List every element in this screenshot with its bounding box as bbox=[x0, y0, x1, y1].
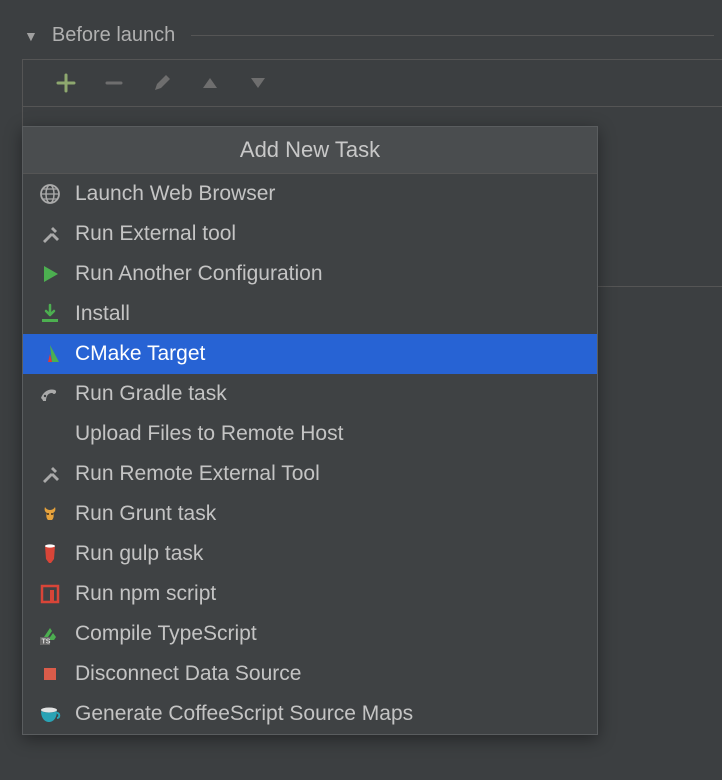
install-icon bbox=[37, 301, 63, 327]
popup-item-generate-coffeescript-source-maps[interactable]: Generate CoffeeScript Source Maps bbox=[23, 694, 597, 734]
popup-item-label: Run External tool bbox=[75, 222, 236, 246]
popup-item-label: Run gulp task bbox=[75, 542, 203, 566]
gulp-icon bbox=[37, 541, 63, 567]
section-title: Before launch bbox=[52, 24, 175, 47]
popup-item-label: Run Remote External Tool bbox=[75, 462, 320, 486]
popup-item-label: CMake Target bbox=[75, 342, 205, 366]
play-icon bbox=[37, 261, 63, 287]
popup-item-run-gradle-task[interactable]: Run Gradle task bbox=[23, 374, 597, 414]
npm-icon bbox=[37, 581, 63, 607]
popup-item-compile-typescript[interactable]: TS Compile TypeScript bbox=[23, 614, 597, 654]
popup-item-label: Install bbox=[75, 302, 130, 326]
tools-icon bbox=[37, 221, 63, 247]
popup-item-label: Run Grunt task bbox=[75, 502, 216, 526]
popup-item-run-npm-script[interactable]: Run npm script bbox=[23, 574, 597, 614]
coffeescript-icon bbox=[37, 701, 63, 727]
remove-button[interactable] bbox=[101, 70, 127, 96]
edit-button[interactable] bbox=[149, 70, 175, 96]
disconnect-icon bbox=[37, 661, 63, 687]
popup-item-run-another-configuration[interactable]: Run Another Configuration bbox=[23, 254, 597, 294]
popup-item-label: Run Gradle task bbox=[75, 382, 227, 406]
popup-item-cmake-target[interactable]: CMake Target bbox=[23, 334, 597, 374]
popup-item-run-external-tool[interactable]: Run External tool bbox=[23, 214, 597, 254]
popup-item-label: Generate CoffeeScript Source Maps bbox=[75, 702, 413, 726]
popup-item-label: Run Another Configuration bbox=[75, 262, 323, 286]
tools-icon bbox=[37, 461, 63, 487]
popup-item-label: Upload Files to Remote Host bbox=[75, 422, 343, 446]
separator-line bbox=[191, 35, 714, 36]
popup-item-label: Disconnect Data Source bbox=[75, 662, 301, 686]
move-up-button[interactable] bbox=[197, 70, 223, 96]
blank-icon bbox=[37, 421, 63, 447]
before-launch-toolbar bbox=[22, 59, 722, 107]
grunt-icon bbox=[37, 501, 63, 527]
popup-item-launch-web-browser[interactable]: Launch Web Browser bbox=[23, 174, 597, 214]
popup-item-upload-files-to-remote-host[interactable]: Upload Files to Remote Host bbox=[23, 414, 597, 454]
popup-item-run-remote-external-tool[interactable]: Run Remote External Tool bbox=[23, 454, 597, 494]
collapse-arrow-icon: ▼ bbox=[24, 28, 38, 44]
popup-item-disconnect-data-source[interactable]: Disconnect Data Source bbox=[23, 654, 597, 694]
add-button[interactable] bbox=[53, 70, 79, 96]
globe-icon bbox=[37, 181, 63, 207]
move-down-button[interactable] bbox=[245, 70, 271, 96]
popup-item-run-grunt-task[interactable]: Run Grunt task bbox=[23, 494, 597, 534]
popup-item-label: Run npm script bbox=[75, 582, 216, 606]
popup-title: Add New Task bbox=[23, 127, 597, 174]
gradle-icon bbox=[37, 381, 63, 407]
svg-text:TS: TS bbox=[42, 639, 51, 646]
popup-item-label: Launch Web Browser bbox=[75, 182, 275, 206]
before-launch-header[interactable]: ▼ Before launch bbox=[0, 0, 722, 59]
cmake-icon bbox=[37, 341, 63, 367]
popup-item-label: Compile TypeScript bbox=[75, 622, 257, 646]
typescript-icon: TS bbox=[37, 621, 63, 647]
popup-items: Launch Web Browser Run External tool Run A… bbox=[23, 174, 597, 734]
popup-item-install[interactable]: Install bbox=[23, 294, 597, 334]
add-task-popup: Add New Task Launch Web Browser Run Exter… bbox=[22, 126, 598, 735]
popup-item-run-gulp-task[interactable]: Run gulp task bbox=[23, 534, 597, 574]
